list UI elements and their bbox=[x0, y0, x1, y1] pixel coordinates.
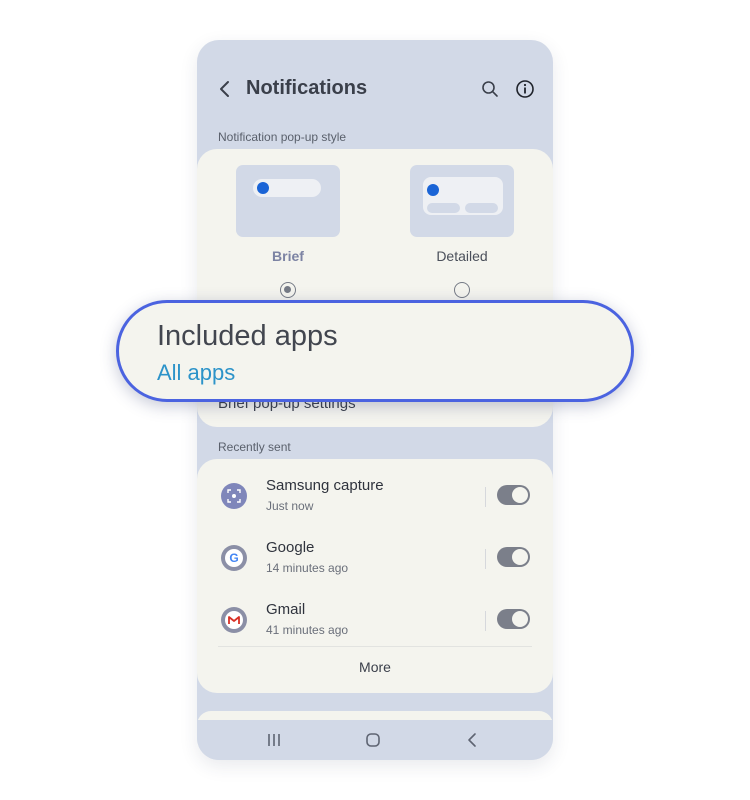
home-icon[interactable] bbox=[362, 730, 384, 750]
app-name: Samsung capture bbox=[266, 477, 384, 494]
recently-sent-section-label: Recently sent bbox=[218, 440, 291, 454]
app-name: Gmail bbox=[266, 601, 306, 618]
included-apps-title: Included apps bbox=[157, 320, 338, 352]
recently-sent-card: Samsung capture Just now G Google 14 min… bbox=[197, 459, 553, 693]
nav-back-icon[interactable] bbox=[462, 730, 484, 750]
brief-radio[interactable] bbox=[280, 282, 296, 298]
row-divider bbox=[485, 611, 486, 631]
samsung-capture-toggle[interactable] bbox=[497, 485, 530, 505]
app-time: Just now bbox=[266, 499, 314, 513]
app-name: Google bbox=[266, 539, 315, 556]
app-time: 14 minutes ago bbox=[266, 561, 349, 575]
app-row-samsung-capture[interactable]: Samsung capture Just now bbox=[197, 471, 553, 527]
more-button[interactable]: More bbox=[197, 659, 553, 675]
row-divider bbox=[485, 487, 486, 507]
app-time: 41 minutes ago bbox=[266, 623, 349, 637]
row-divider bbox=[485, 549, 486, 569]
list-divider bbox=[218, 646, 532, 647]
included-apps-value: All apps bbox=[157, 360, 236, 385]
detailed-preview[interactable] bbox=[410, 165, 514, 237]
brief-option-label[interactable]: Brief bbox=[228, 248, 348, 264]
recent-apps-icon[interactable] bbox=[263, 730, 285, 750]
back-arrow-icon[interactable] bbox=[215, 77, 235, 101]
app-bar: Notifications bbox=[197, 40, 553, 136]
included-apps-callout[interactable]: Included apps All apps bbox=[116, 300, 634, 402]
app-row-gmail[interactable]: Gmail 41 minutes ago bbox=[197, 595, 553, 651]
google-toggle[interactable] bbox=[497, 547, 530, 567]
brief-preview[interactable] bbox=[236, 165, 340, 237]
detailed-preview-dot bbox=[427, 184, 439, 196]
navigation-bar bbox=[197, 720, 553, 760]
detailed-preview-action-2 bbox=[465, 203, 498, 213]
detailed-option-label[interactable]: Detailed bbox=[402, 248, 522, 264]
detailed-radio[interactable] bbox=[454, 282, 470, 298]
app-row-google[interactable]: G Google 14 minutes ago bbox=[197, 533, 553, 589]
gmail-toggle[interactable] bbox=[497, 609, 530, 629]
info-icon[interactable] bbox=[515, 79, 535, 99]
search-icon[interactable] bbox=[480, 79, 500, 99]
google-icon: G bbox=[221, 545, 247, 571]
detailed-preview-action-1 bbox=[427, 203, 460, 213]
brief-preview-dot bbox=[257, 182, 269, 194]
page-title: Notifications bbox=[246, 77, 368, 99]
samsung-capture-icon bbox=[221, 483, 247, 509]
gmail-icon bbox=[221, 607, 247, 633]
popup-style-section-label: Notification pop-up style bbox=[218, 130, 347, 144]
